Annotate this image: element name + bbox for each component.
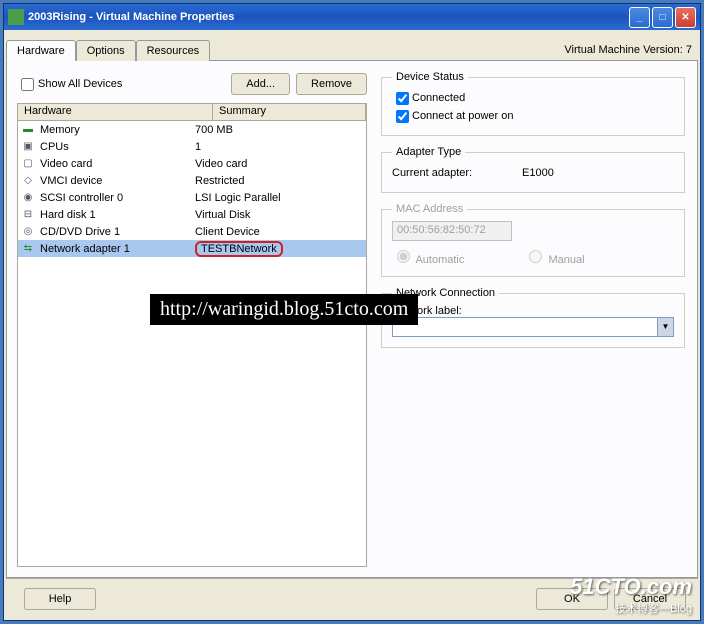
minimize-button[interactable]: _ <box>629 7 650 28</box>
tab-options[interactable]: Options <box>76 40 136 61</box>
adapter-label: Current adapter: <box>392 167 522 179</box>
maximize-button[interactable]: □ <box>652 7 673 28</box>
device-status-legend: Device Status <box>392 71 468 83</box>
tab-resources[interactable]: Resources <box>136 40 211 61</box>
list-item: ◎CD/DVD Drive 1Client Device <box>18 223 366 240</box>
client-area: Hardware Options Resources Virtual Machi… <box>4 30 700 620</box>
tab-hardware[interactable]: Hardware <box>6 40 76 61</box>
vmci-icon: ◇ <box>20 174 36 188</box>
list-item: ◇VMCI deviceRestricted <box>18 172 366 189</box>
network-connection-group: Network Connection Network label: ▼ <box>381 287 685 348</box>
network-icon: ⇆ <box>20 242 36 256</box>
hardware-list[interactable]: ▬Memory700 MB ▣CPUs1 ▢Video cardVideo ca… <box>17 121 367 567</box>
list-item-selected: ⇆Network adapter 1TESTBNetwork <box>18 240 366 257</box>
memory-icon: ▬ <box>20 123 36 137</box>
watermark-text: http://waringid.blog.51cto.com <box>150 294 418 325</box>
hardware-list-header: Hardware Summary <box>17 103 367 121</box>
remove-button[interactable]: Remove <box>296 73 367 95</box>
site-logo: 51CTO.com 技术博客—Blog <box>570 574 692 616</box>
mac-manual-radio <box>529 250 542 263</box>
network-label-dropdown[interactable]: ▼ <box>392 317 674 337</box>
show-all-devices-checkbox[interactable] <box>21 78 34 91</box>
scsi-icon: ◉ <box>20 191 36 205</box>
adapter-type-group: Adapter Type Current adapter:E1000 <box>381 146 685 193</box>
vm-version-label: Virtual Machine Version: 7 <box>558 44 698 60</box>
adapter-value: E1000 <box>522 167 554 179</box>
video-icon: ▢ <box>20 157 36 171</box>
list-item: ⊟Hard disk 1Virtual Disk <box>18 206 366 223</box>
chevron-down-icon: ▼ <box>657 318 673 336</box>
titlebar[interactable]: 2003Rising - Virtual Machine Properties … <box>4 4 700 30</box>
list-item: ◉SCSI controller 0LSI Logic Parallel <box>18 189 366 206</box>
tab-strip: Hardware Options Resources <box>6 39 210 60</box>
list-item: ▬Memory700 MB <box>18 121 366 138</box>
col-summary[interactable]: Summary <box>213 104 366 120</box>
list-item: ▣CPUs1 <box>18 138 366 155</box>
mac-legend: MAC Address <box>392 203 467 215</box>
mac-address-group: MAC Address 00:50:56:82:50:72 Automatic … <box>381 203 685 277</box>
connect-poweron-checkbox[interactable] <box>396 110 409 123</box>
mac-auto-radio <box>397 250 410 263</box>
help-button[interactable]: Help <box>24 588 96 610</box>
cpu-icon: ▣ <box>20 140 36 154</box>
device-status-group: Device Status Connected Connect at power… <box>381 71 685 136</box>
cd-icon: ◎ <box>20 225 36 239</box>
col-hardware[interactable]: Hardware <box>18 104 213 120</box>
list-item: ▢Video cardVideo card <box>18 155 366 172</box>
mac-input: 00:50:56:82:50:72 <box>392 221 512 241</box>
net-label: Network label: <box>392 305 674 317</box>
highlight-box: TESTBNetwork <box>195 241 283 257</box>
close-button[interactable]: ✕ <box>675 7 696 28</box>
window-title: 2003Rising - Virtual Machine Properties <box>28 11 627 23</box>
disk-icon: ⊟ <box>20 208 36 222</box>
adapter-legend: Adapter Type <box>392 146 465 158</box>
app-icon <box>8 9 24 25</box>
add-button[interactable]: Add... <box>231 73 290 95</box>
show-all-devices-label: Show All Devices <box>38 78 122 90</box>
connected-checkbox[interactable] <box>396 92 409 105</box>
